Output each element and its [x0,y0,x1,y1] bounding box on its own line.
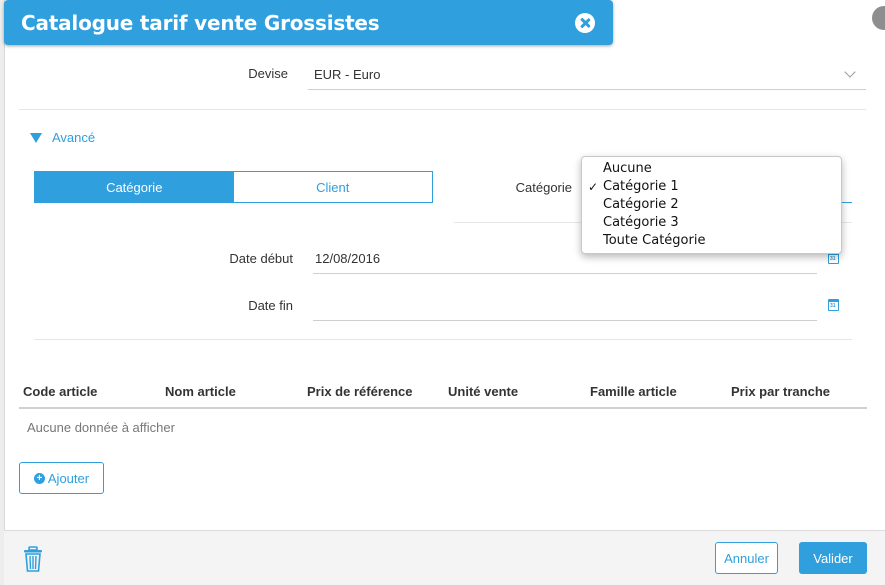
triangle-down-icon [30,132,42,143]
category-option-selected[interactable]: ✓ Catégorie 1 [582,178,841,196]
currency-underline [308,89,866,90]
segment-client[interactable]: Client [233,172,432,202]
column-header-tier-price: Prix par tranche [731,384,830,399]
category-client-segment: Catégorie Client [34,171,433,203]
category-dropdown[interactable]: Aucune ✓ Catégorie 1 Catégorie 2 Catégori… [581,156,842,254]
currency-label: Devise [248,66,288,81]
add-button-label: Ajouter [47,470,90,486]
currency-select[interactable]: EUR - Euro [314,67,380,82]
add-button[interactable]: + Ajouter [19,462,104,494]
validate-button[interactable]: Valider [799,542,867,574]
dialog-title: Catalogue tarif vente Grossistes [21,11,380,35]
section-divider [34,339,852,340]
category-option[interactable]: Catégorie 2 [582,196,841,214]
calendar-icon[interactable]: 31 [828,299,839,311]
advanced-toggle[interactable]: Avancé [30,130,95,145]
column-header-family: Famille article [590,384,677,399]
category-option[interactable]: Toute Catégorie [582,232,841,250]
dialog-window [4,0,885,585]
advanced-label: Avancé [52,130,96,145]
start-date-input[interactable]: 12/08/2016 [315,251,380,266]
checkmark-icon: ✓ [588,180,599,194]
trash-icon[interactable] [23,546,43,572]
cancel-button[interactable]: Annuler [715,542,778,574]
column-header-unit: Unité vente [448,384,519,399]
category-option[interactable]: Catégorie 3 [582,214,841,232]
category-option[interactable]: Aucune [582,160,841,178]
table-header-divider [19,407,867,409]
start-date-label: Date début [229,251,293,266]
column-header-ref-price: Prix de référence [307,384,413,399]
end-date-underline [313,320,817,321]
column-header-code: Code article [23,384,98,399]
dialog-titlebar: Catalogue tarif vente Grossistes [4,0,613,45]
category-label: Catégorie [515,180,572,195]
close-icon[interactable] [575,13,595,33]
segment-category[interactable]: Catégorie [35,172,234,202]
start-date-underline [313,273,817,274]
section-divider [19,109,866,110]
plus-circle-icon: + [33,472,45,484]
column-header-name: Nom article [165,384,236,399]
dialog-footer: Annuler Valider [4,530,885,585]
end-date-label: Date fin [248,298,293,313]
table-empty-message: Aucune donnée à afficher [27,420,175,435]
